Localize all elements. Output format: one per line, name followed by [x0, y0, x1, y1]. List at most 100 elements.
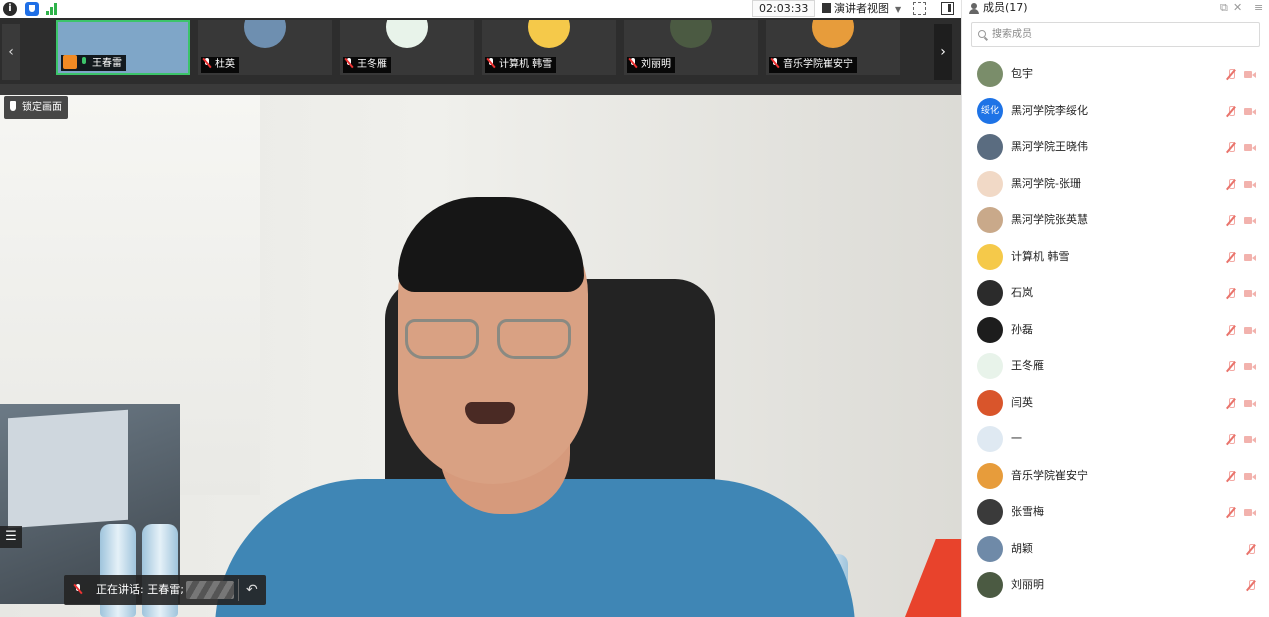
member-name: 胡颖	[1011, 541, 1033, 555]
member-avatar: 绥化	[977, 97, 1003, 124]
member-name: 音乐学院崔安宁	[1011, 468, 1088, 482]
lock-view-button[interactable]: 锁定画面	[4, 96, 68, 119]
participant-avatar	[670, 20, 712, 48]
participant-name-label: 刘丽明	[627, 57, 675, 73]
participant-thumbnail[interactable]: 杜英	[198, 20, 332, 75]
info-icon[interactable]: i	[3, 2, 17, 16]
member-avatar	[977, 535, 1003, 562]
mic-muted-icon	[74, 584, 82, 594]
strip-prev-button[interactable]: ‹	[2, 24, 20, 80]
mic-muted-icon[interactable]	[1226, 251, 1236, 263]
member-row[interactable]: 胡颖	[962, 531, 1269, 568]
camera-off-icon[interactable]	[1244, 70, 1256, 79]
participant-thumbnail[interactable]: 王春雷	[56, 20, 190, 75]
search-placeholder: 搜索成员	[992, 29, 1032, 40]
camera-off-icon[interactable]	[1244, 326, 1256, 335]
camera-off-icon[interactable]	[1244, 289, 1256, 298]
popout-icon[interactable]: ⧉	[1220, 0, 1228, 16]
people-icon	[969, 3, 979, 14]
participant-name: 音乐学院崔安宁	[783, 59, 853, 70]
participant-thumbnail[interactable]: 音乐学院崔安宁	[766, 20, 900, 75]
camera-off-icon[interactable]	[1244, 253, 1256, 262]
list-menu-icon[interactable]: ☰	[0, 526, 22, 548]
member-row[interactable]: 张雪梅	[962, 494, 1269, 531]
mic-muted-icon[interactable]	[1226, 507, 1236, 518]
member-row[interactable]: 黑河学院-张珊	[962, 166, 1269, 203]
camera-off-icon[interactable]	[1244, 362, 1256, 371]
participant-name-label: 王冬雁	[343, 57, 391, 73]
member-row[interactable]: 黑河学院张英慧	[962, 202, 1269, 239]
camera-off-icon[interactable]	[1244, 399, 1256, 408]
member-name: 黑河学院李绥化	[1011, 103, 1088, 117]
member-row[interactable]: 黑河学院王晓伟	[962, 129, 1269, 166]
member-row[interactable]: 刘丽明	[962, 567, 1269, 604]
member-name: 石岚	[1011, 286, 1033, 299]
member-avatar	[977, 243, 1003, 270]
camera-off-icon[interactable]	[1244, 435, 1256, 444]
participant-thumbnail[interactable]: 王冬雁	[340, 20, 474, 75]
network-signal-icon[interactable]	[46, 3, 60, 15]
panel-menu-icon[interactable]: ≡	[1254, 0, 1263, 16]
member-row[interactable]: 石岚	[962, 275, 1269, 312]
camera-off-icon[interactable]	[1244, 472, 1256, 481]
mic-muted-icon[interactable]	[1226, 288, 1236, 299]
mic-muted-icon[interactable]	[1226, 397, 1236, 409]
redacted-names	[186, 581, 234, 599]
member-row[interactable]: 孙磊	[962, 312, 1269, 349]
strip-next-button[interactable]: ›	[934, 24, 952, 80]
mic-muted-icon[interactable]	[1226, 434, 1236, 445]
member-row[interactable]: 包宇	[962, 56, 1269, 93]
member-avatar	[977, 462, 1003, 489]
member-avatar	[977, 572, 1003, 598]
fullscreen-icon[interactable]	[913, 2, 926, 15]
close-icon[interactable]: ✕	[1233, 0, 1242, 16]
mic-muted-icon[interactable]	[1226, 69, 1236, 80]
mic-muted-icon[interactable]	[1246, 580, 1256, 591]
participant-thumbnail[interactable]: 刘丽明	[624, 20, 758, 75]
mic-muted-icon[interactable]	[1226, 470, 1236, 482]
participant-thumbnail-strip: ‹ 王春雷 杜英 王冬雁 计算机 韩雪 刘丽明 音乐学院崔安宁 ›	[0, 18, 961, 84]
member-row[interactable]: 计算机 韩雪	[962, 239, 1269, 276]
host-badge-icon	[63, 55, 77, 69]
mic-muted-icon	[771, 58, 779, 68]
camera-off-icon[interactable]	[1244, 216, 1256, 225]
member-row[interactable]: 一	[962, 421, 1269, 458]
mic-muted-icon[interactable]	[1246, 543, 1256, 555]
member-row[interactable]: 音乐学院崔安宁	[962, 458, 1269, 495]
member-row[interactable]: 绥化 黑河学院李绥化	[962, 93, 1269, 130]
main-video[interactable]: 锁定画面 ☰ 正在讲话: 王春雷; ↶ ︿	[0, 84, 961, 617]
participant-thumbnail[interactable]: 计算机 韩雪	[482, 20, 616, 75]
mic-muted-icon[interactable]	[1226, 105, 1236, 117]
member-row[interactable]: 王冬雁	[962, 348, 1269, 385]
members-panel: 成员(17) ⧉ ✕ ≡ 搜索成员 包宇 绥化 黑河学院李绥化 黑河学院王晓伟 黑河学院…	[961, 0, 1269, 617]
mic-muted-icon[interactable]	[1226, 142, 1236, 153]
camera-off-icon[interactable]	[1244, 107, 1256, 116]
toggle-sidebar-icon[interactable]	[941, 2, 954, 15]
camera-off-icon[interactable]	[1244, 508, 1256, 517]
reply-arrow-icon[interactable]: ↶	[246, 575, 258, 605]
participant-name-label: 计算机 韩雪	[485, 57, 557, 73]
security-shield-icon[interactable]	[25, 2, 39, 16]
speaker-glasses	[405, 319, 575, 361]
mic-muted-icon[interactable]	[1226, 324, 1236, 336]
member-avatar	[977, 389, 1003, 416]
speaker-view-icon	[822, 3, 831, 13]
member-avatar	[977, 426, 1003, 452]
participant-avatar	[244, 20, 286, 48]
member-search-input[interactable]: 搜索成员	[971, 22, 1260, 47]
member-avatar	[977, 170, 1003, 197]
member-list: 包宇 绥化 黑河学院李绥化 黑河学院王晓伟 黑河学院-张珊 黑河学院张英慧 计算机 韩雪 石岚…	[962, 56, 1269, 604]
mic-muted-icon[interactable]	[1226, 215, 1236, 226]
participant-name: 王春雷	[92, 58, 122, 69]
member-name: 张雪梅	[1011, 505, 1044, 518]
camera-off-icon[interactable]	[1244, 180, 1256, 189]
participant-name-label: 音乐学院崔安宁	[769, 57, 857, 73]
participant-avatar	[528, 20, 570, 48]
members-title: 成员(17)	[983, 1, 1028, 14]
view-mode-dropdown[interactable]: 演讲者视图 ▼	[818, 0, 905, 17]
mic-muted-icon[interactable]	[1226, 361, 1236, 372]
mic-muted-icon[interactable]	[1226, 178, 1236, 190]
member-row[interactable]: 闫英	[962, 385, 1269, 422]
member-name: 王冬雁	[1011, 359, 1044, 372]
camera-off-icon[interactable]	[1244, 143, 1256, 152]
